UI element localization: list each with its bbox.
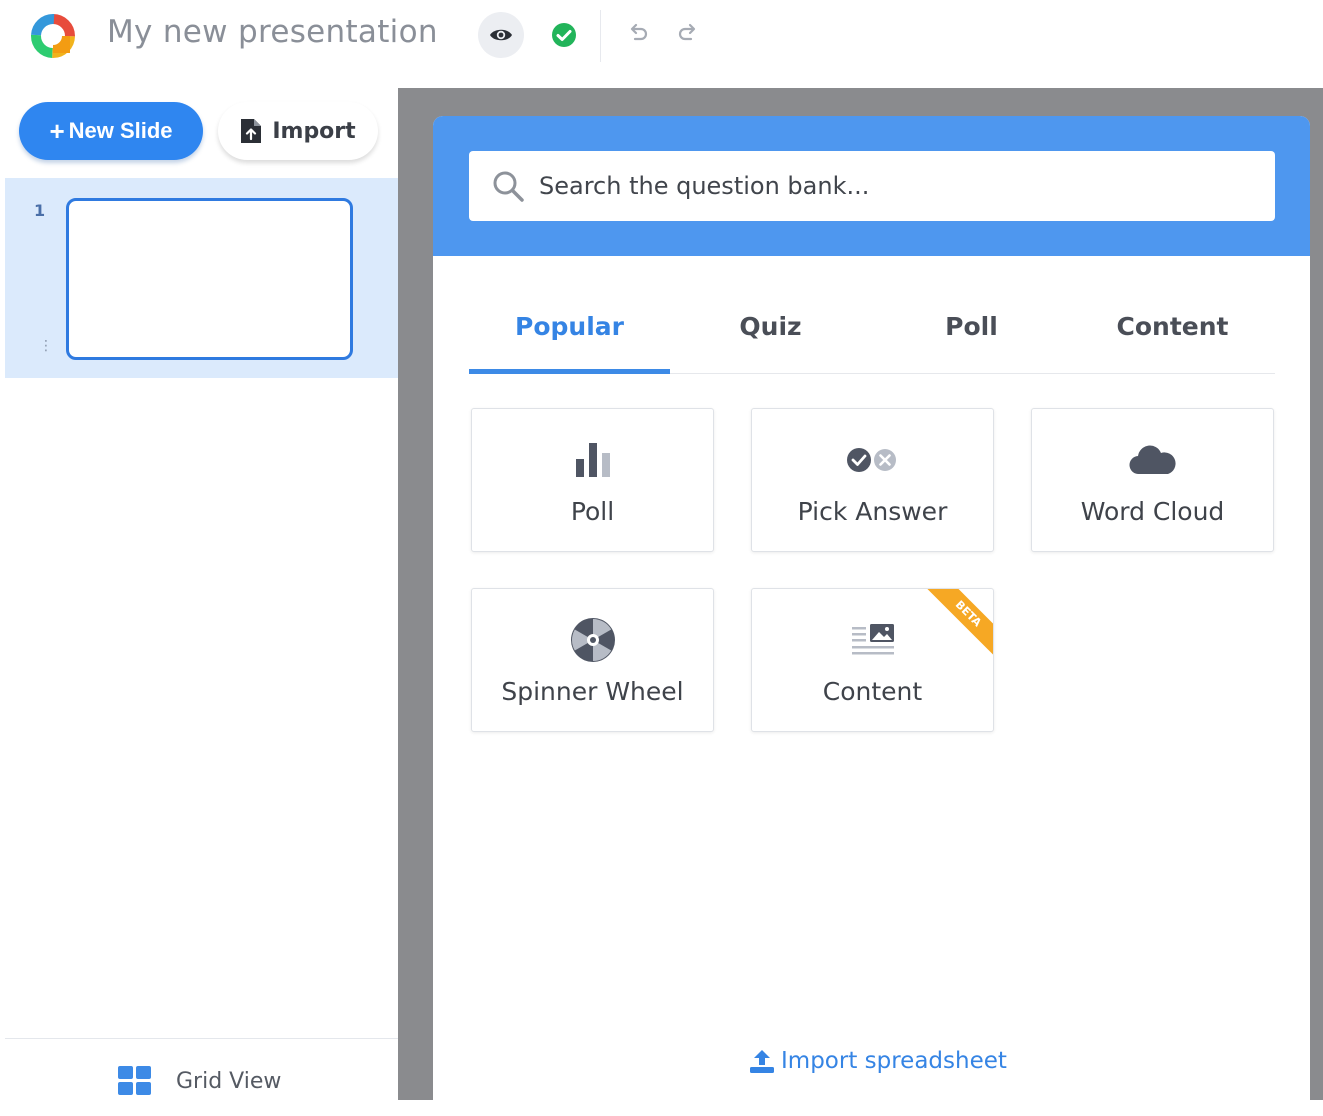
app-logo-icon[interactable] [28,11,78,61]
sidebar-divider [5,1038,398,1039]
question-bank-search[interactable] [469,151,1275,221]
tab-content[interactable]: Content [1072,278,1273,374]
undo-icon[interactable] [624,20,652,48]
grid-icon [118,1066,151,1095]
eye-icon [490,29,512,41]
card-label: Content [822,677,923,706]
card-spinner-wheel[interactable]: Spinner Wheel [471,588,714,732]
content-icon [851,624,894,655]
header-divider [600,10,601,62]
editor-canvas-area: Popular Quiz Poll Content Poll [398,88,1323,1116]
panel-header [433,116,1310,256]
import-spreadsheet-link[interactable]: Import spreadsheet [749,1048,1007,1074]
card-label: Poll [570,497,615,526]
tab-popular[interactable]: Popular [469,278,670,374]
card-poll[interactable]: Poll [471,408,714,552]
slide-thumbnail[interactable] [66,198,353,360]
drag-handle-icon[interactable]: ⋮ [39,338,53,354]
card-word-cloud[interactable]: Word Cloud [1031,408,1274,552]
import-label: Import [272,118,356,144]
import-button[interactable]: Import [218,102,378,160]
slide-type-panel: Popular Quiz Poll Content Poll [433,116,1310,1116]
new-slide-button[interactable]: + New Slide [19,102,203,160]
slide-number: 1 [34,201,46,220]
check-x-icon [846,448,896,472]
slide-list-item[interactable]: 1 ⋮ [5,178,398,378]
plus-icon: + [49,115,65,146]
slide-type-tabs: Popular Quiz Poll Content [469,278,1275,374]
tab-poll[interactable]: Poll [871,278,1072,374]
bar-chart-icon [575,443,610,477]
new-slide-label: New Slide [68,118,173,143]
card-content[interactable]: Content BETA [751,588,994,732]
preview-button[interactable] [478,12,524,58]
slides-sidebar: + New Slide Import 1 ⋮ Grid View [5,88,398,1100]
search-icon [493,171,524,202]
card-pick-answer[interactable]: Pick Answer [751,408,994,552]
cloud-icon [1128,445,1176,475]
import-spreadsheet-label: Import spreadsheet [781,1048,1007,1074]
spinner-wheel-icon [570,618,615,662]
card-label: Spinner Wheel [501,677,684,706]
file-import-icon [241,119,262,143]
active-tab-indicator [469,369,670,374]
card-label: Pick Answer [797,497,948,526]
search-input[interactable] [539,172,1239,200]
tab-quiz[interactable]: Quiz [670,278,871,374]
upload-icon [750,1050,774,1073]
card-label: Word Cloud [1080,497,1225,526]
check-circle-icon [552,23,576,47]
presentation-title[interactable]: My new presentation [107,14,438,50]
grid-view-label: Grid View [176,1068,282,1094]
app-header: My new presentation [0,0,1323,88]
redo-icon[interactable] [674,20,702,48]
grid-view-button[interactable]: Grid View [118,1066,281,1096]
